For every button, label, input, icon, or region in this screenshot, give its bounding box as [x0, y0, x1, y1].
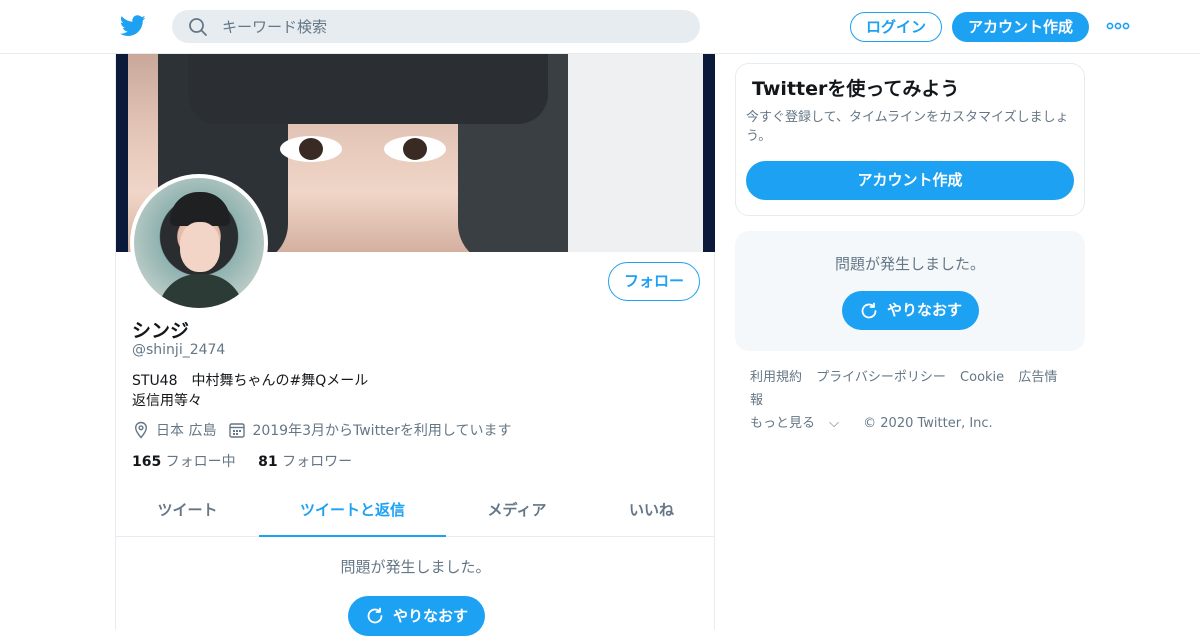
profile-bio: STU48 中村舞ちゃんの#舞Qメール 返信用等々 [132, 371, 368, 411]
retry-button[interactable]: やりなおす [348, 596, 485, 636]
followers-link[interactable]: 81 フォロワー [258, 454, 352, 470]
footer-links: 利用規約 プライバシーポリシー Cookie 広告情報 もっと見る ⌵ © 20… [750, 366, 1080, 435]
bio-line: STU48 中村舞ちゃんの#舞Qメール [132, 373, 369, 389]
location-text: 日本 広島 [156, 423, 217, 439]
banner-eye-left [280, 136, 342, 162]
sidebar-retry-button[interactable]: やりなおす [842, 291, 979, 330]
sidebar-retry-label: やりなおす [886, 301, 962, 319]
banner-eye-right [384, 136, 446, 162]
tab-tweets-and-replies[interactable]: ツイートと返信 [259, 490, 446, 537]
card-signup-button[interactable]: アカウント作成 [746, 161, 1074, 200]
tab-tweets[interactable]: ツイート [116, 490, 259, 537]
profile-column: フォロー シンジ @shinji_2474 STU48 中村舞ちゃんの#舞Qメー… [115, 54, 715, 636]
signup-button[interactable]: アカウント作成 [952, 12, 1089, 42]
profile-meta: 日本 広島 2019年3月からTwitterを利用しています [132, 420, 524, 440]
retry-label: やりなおす [392, 607, 468, 625]
avatar-hat [170, 192, 230, 226]
footer-more-label: もっと見る [750, 416, 816, 431]
footer-more-link[interactable]: もっと見る ⌵ [750, 416, 849, 431]
joined-item: 2019年3月からTwitterを利用しています [228, 420, 512, 440]
search-icon [189, 18, 207, 36]
refresh-icon [367, 607, 383, 624]
twitter-bird-logo[interactable] [120, 14, 146, 38]
location-pin-icon [134, 421, 148, 439]
footer-copyright: © 2020 Twitter, Inc. [863, 416, 993, 431]
chevron-down-icon: ⌵ [829, 416, 840, 431]
profile-handle: @shinji_2474 [132, 342, 226, 358]
footer-row: もっと見る ⌵ © 2020 Twitter, Inc. [750, 412, 1080, 435]
profile-tabs: ツイート ツイートと返信 メディア いいね [116, 490, 715, 537]
avatar-body [158, 274, 244, 308]
following-link[interactable]: 165 フォロー中 [132, 454, 236, 470]
profile-stats: 165 フォロー中 81 フォロワー [132, 451, 370, 471]
card-description: 今すぐ登録して、タイムラインをカスタマイズしましょう。 [746, 110, 1069, 144]
banner-hair-top [188, 54, 548, 124]
followers-count: 81 [258, 454, 278, 470]
timeline-error-text: 問題が発生しました。 [340, 558, 491, 576]
calendar-icon [229, 423, 246, 438]
tab-media[interactable]: メディア [446, 490, 588, 537]
search-input[interactable] [222, 10, 682, 43]
followers-label: フォロワー [277, 454, 353, 470]
footer-row: 利用規約 プライバシーポリシー Cookie 広告情報 [750, 366, 1080, 412]
following-label: フォロー中 [161, 454, 236, 470]
following-count: 165 [132, 454, 162, 470]
retry-content: やりなおす [365, 596, 468, 636]
bio-line: 返信用等々 [132, 393, 202, 409]
profile-name: シンジ [132, 320, 190, 342]
signup-promo-card: Twitterを使ってみよう 今すぐ登録して、タイムラインをカスタマイズしましょ… [735, 63, 1085, 216]
avatar[interactable] [130, 174, 268, 312]
top-navigation-bar: ログイン アカウント作成 [0, 0, 1200, 54]
avatar-face [180, 222, 220, 272]
sidebar-error-text: 問題が発生しました。 [834, 255, 985, 273]
banner-background [548, 54, 703, 252]
sidebar-retry-content: やりなおす [859, 291, 962, 330]
follow-button[interactable]: フォロー [608, 262, 700, 301]
footer-link-cookie[interactable]: Cookie [960, 370, 1004, 385]
search-box[interactable] [172, 10, 700, 43]
tab-likes[interactable]: いいね [588, 490, 715, 537]
refresh-icon [861, 302, 877, 318]
footer-link-privacy[interactable]: プライバシーポリシー [816, 370, 946, 385]
sidebar-error-card: 問題が発生しました。 やりなおす [735, 231, 1085, 351]
more-options-icon[interactable] [1106, 19, 1130, 33]
footer-link-terms[interactable]: 利用規約 [750, 370, 802, 385]
login-button[interactable]: ログイン [850, 12, 942, 42]
joined-text: 2019年3月からTwitterを利用しています [252, 423, 512, 439]
card-title: Twitterを使ってみよう [752, 78, 960, 100]
location-item: 日本 広島 [132, 420, 216, 440]
